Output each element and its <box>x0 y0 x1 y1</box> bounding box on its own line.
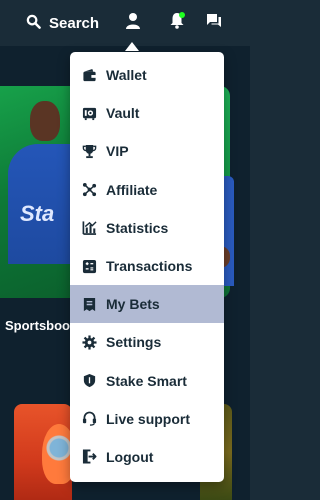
menu-item-label: VIP <box>106 143 129 160</box>
user-button[interactable] <box>121 11 145 35</box>
trophy-icon <box>81 143 97 159</box>
wallet-icon <box>81 67 97 83</box>
player-head <box>30 101 60 141</box>
chat-icon <box>206 13 222 33</box>
menu-item-stake-smart[interactable]: Stake Smart <box>70 362 224 400</box>
top-bar: Search <box>0 0 250 46</box>
menu-item-settings[interactable]: Settings <box>70 323 224 361</box>
promo-card-label: Sportsboo <box>5 318 70 333</box>
menu-item-label: Vault <box>106 105 140 122</box>
menu-item-label: Wallet <box>106 67 147 84</box>
menu-item-label: Stake Smart <box>106 372 187 389</box>
vault-icon <box>81 105 97 121</box>
menu-item-transactions[interactable]: Transactions <box>70 247 224 285</box>
notifications-button[interactable] <box>165 11 189 35</box>
menu-item-live-support[interactable]: Live support <box>70 400 224 438</box>
gear-icon <box>81 334 97 350</box>
statistics-icon <box>81 220 97 236</box>
search-icon <box>26 14 41 33</box>
menu-item-label: My Bets <box>106 296 160 313</box>
shield-icon <box>81 373 97 389</box>
menu-caret <box>125 42 139 51</box>
menu-item-affiliate[interactable]: Affiliate <box>70 171 224 209</box>
menu-item-wallet[interactable]: Wallet <box>70 56 224 94</box>
logout-icon <box>81 449 97 465</box>
search-button[interactable]: Search <box>26 12 99 34</box>
menu-item-label: Transactions <box>106 258 193 275</box>
notification-dot <box>179 12 185 18</box>
menu-item-label: Statistics <box>106 219 169 236</box>
menu-item-my-bets[interactable]: My Bets <box>70 285 224 324</box>
affiliate-icon <box>81 182 97 198</box>
user-icon <box>125 12 141 34</box>
menu-item-label: Affiliate <box>106 181 158 198</box>
shirt-text: Sta <box>20 201 55 226</box>
game-tile[interactable] <box>14 404 72 500</box>
user-dropdown-menu: Wallet Vault VIP Affiliate Statistics Tr… <box>70 52 224 482</box>
menu-item-statistics[interactable]: Statistics <box>70 209 224 247</box>
menu-item-logout[interactable]: Logout <box>70 438 224 476</box>
transactions-icon <box>81 258 97 274</box>
menu-item-vip[interactable]: VIP <box>70 132 224 170</box>
rocket-image <box>42 424 72 484</box>
menu-item-vault[interactable]: Vault <box>70 94 224 132</box>
bets-icon <box>81 296 97 312</box>
menu-item-label: Logout <box>106 448 154 465</box>
search-label: Search <box>49 14 100 32</box>
notification-bell-icon <box>169 12 185 34</box>
chat-button[interactable] <box>202 11 226 35</box>
headset-icon <box>81 411 97 427</box>
menu-item-label: Live support <box>106 410 191 427</box>
menu-item-label: Settings <box>106 334 162 351</box>
